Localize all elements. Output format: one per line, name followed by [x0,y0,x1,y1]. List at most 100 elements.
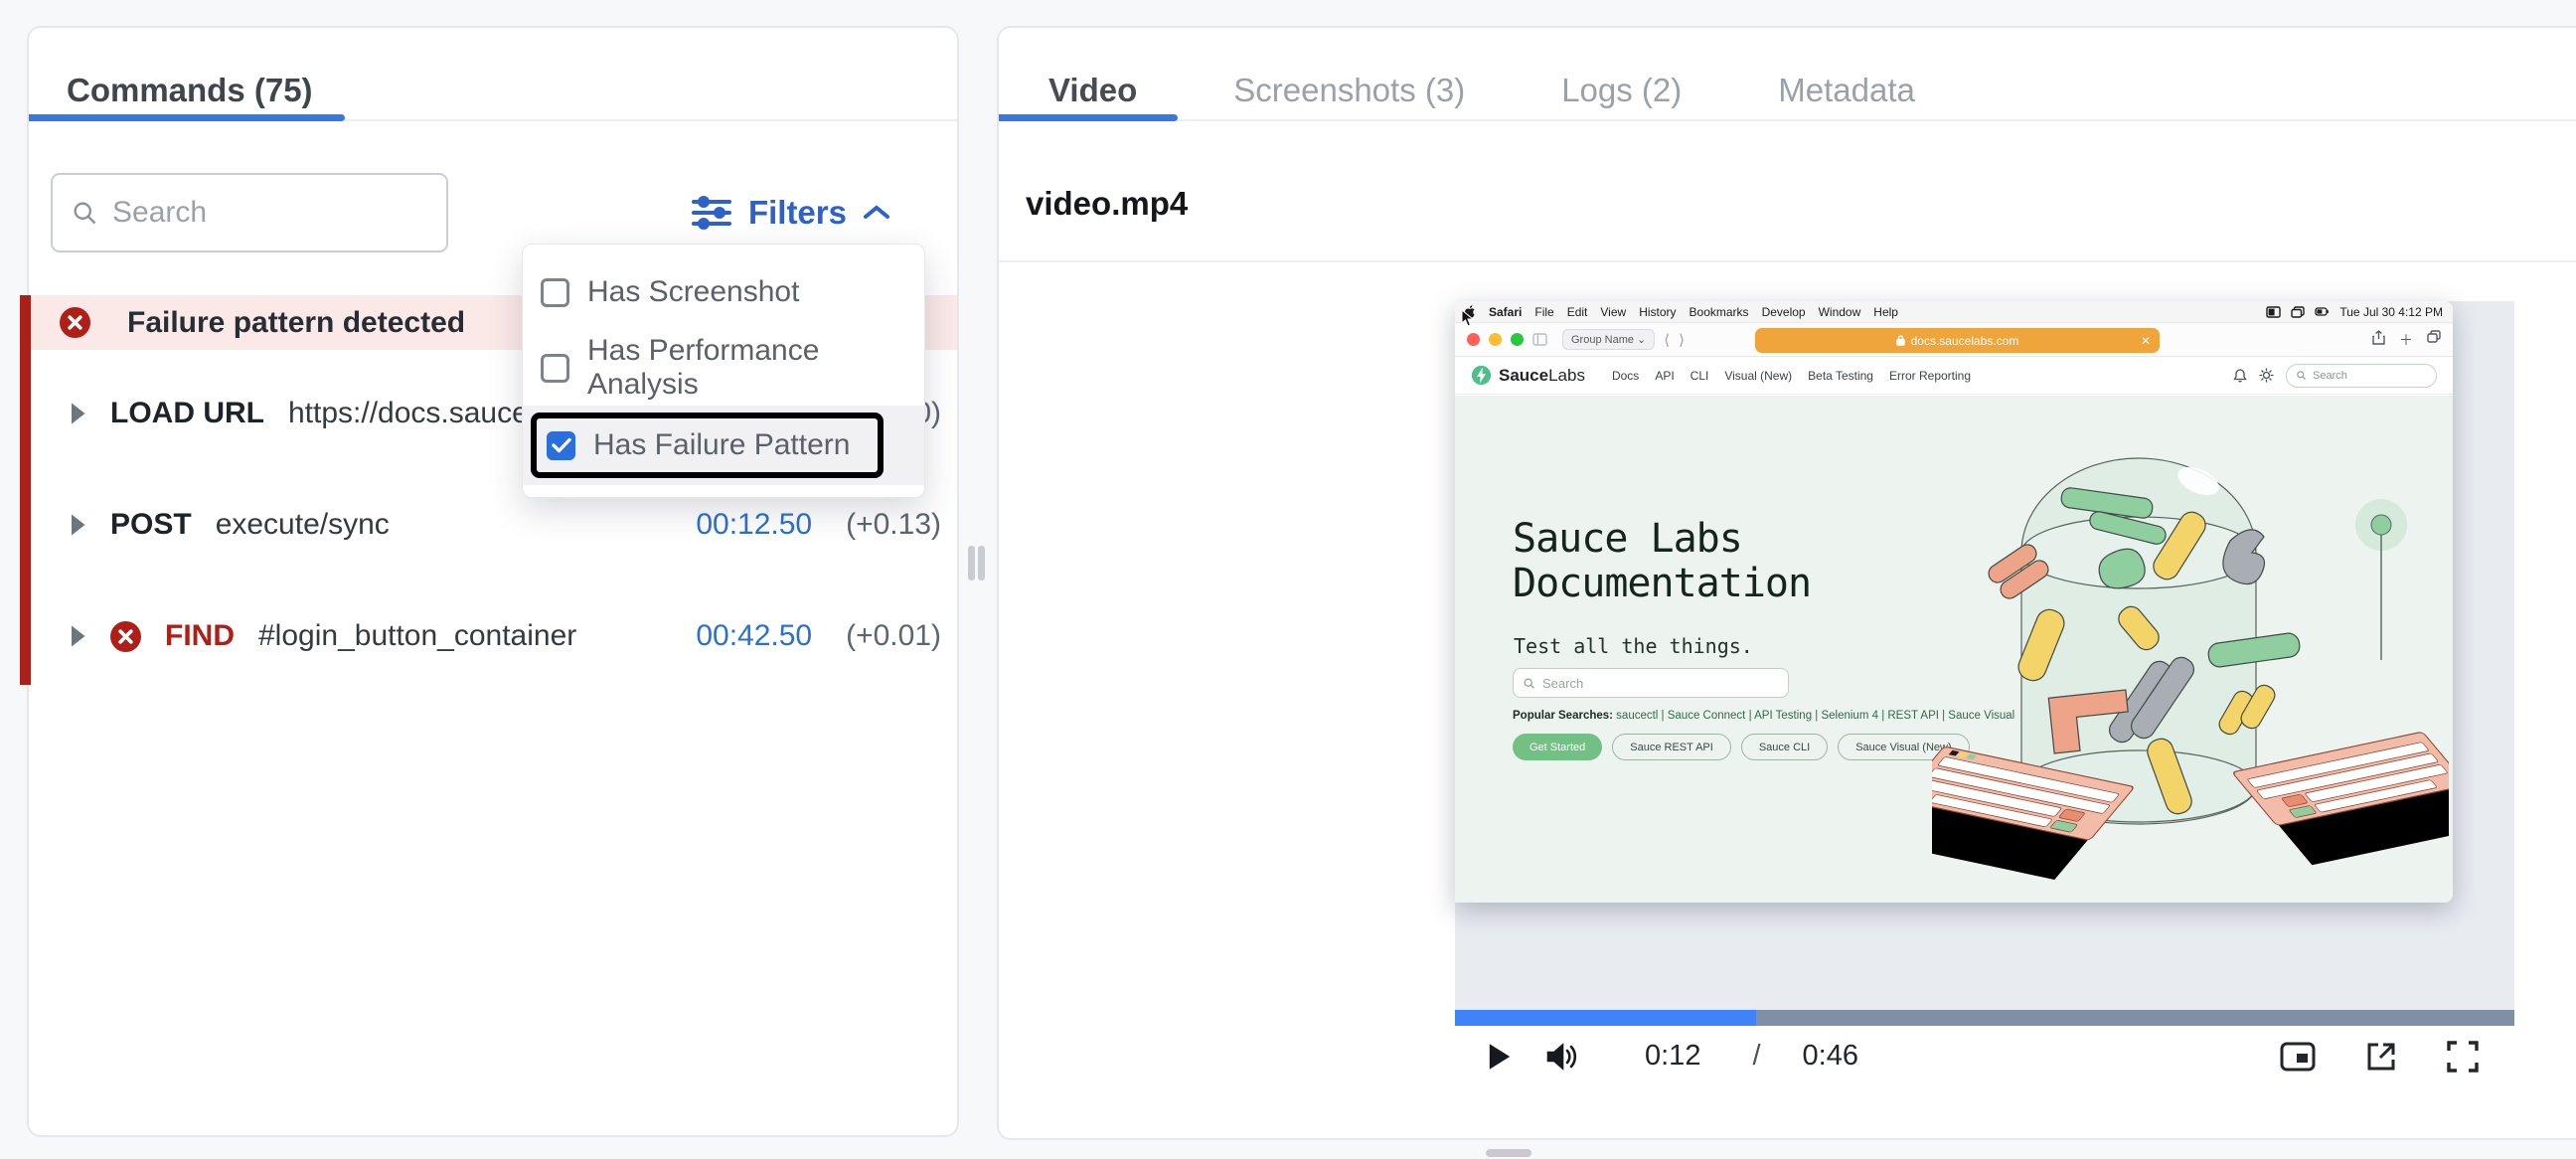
focus-ring: Has Failure Pattern [531,413,885,478]
checkbox-unchecked[interactable] [541,353,569,383]
command-name: LOAD URL [110,397,264,429]
cli-button[interactable]: Sauce CLI [1740,734,1829,760]
active-tab-indicator [999,114,1178,121]
checkbox-unchecked[interactable] [541,277,569,307]
tab-commands[interactable]: Commands (75) [67,72,313,109]
open-in-new-window-button[interactable] [2365,1041,2397,1073]
tab-overview-icon[interactable] [2427,329,2441,350]
back-button[interactable]: ⟨ [1664,331,1670,349]
play-button[interactable] [1488,1043,1512,1071]
menubar-item-help[interactable]: Help [1873,305,1898,319]
expand-chevron-icon[interactable] [69,402,86,425]
tab-screenshots[interactable]: Screenshots (3) [1233,72,1465,109]
tab-group-button[interactable]: Group Name ⌄ [1562,329,1656,350]
site-nav-cli[interactable]: CLI [1690,369,1709,383]
minimize-window-button[interactable] [1489,333,1502,346]
new-tab-icon[interactable]: ＋ [2399,330,2413,350]
get-started-button[interactable]: Get Started [1513,734,1603,760]
site-search[interactable]: Search [2286,363,2437,388]
menubar-item-file[interactable]: File [1534,305,1553,319]
command-value: execute/sync [215,508,390,541]
site-nav-beta[interactable]: Beta Testing [1808,369,1873,383]
expand-chevron-icon[interactable] [69,624,86,648]
display-icon[interactable] [2266,305,2282,318]
time-separator: / [1752,1040,1761,1072]
panel-resize-handle[interactable] [968,546,975,580]
address-bar[interactable]: docs.saucelabs.com ✕ [1755,328,2160,353]
asset-tabbar: Video Screenshots (3) Logs (2) Metadata [999,28,2576,121]
menubar-item-view[interactable]: View [1600,305,1626,319]
site-header: SauceLabs Docs API CLI Visual (New) Beta… [1455,357,2453,395]
command-value: #login_button_container [258,619,577,652]
file-header: video.mp4 [999,123,2576,262]
commands-tabbar: Commands (75) [29,28,957,121]
error-icon [60,307,90,338]
search-input[interactable] [112,196,428,230]
filter-option-has-screenshot[interactable]: Has Screenshot [523,254,924,330]
docs-search[interactable]: Search [1513,668,1789,698]
command-name: POST [110,508,192,541]
video-progress-bar[interactable] [1455,1010,2514,1026]
hero-title: Sauce Labs Documentation [1513,516,1812,606]
menubar-item-develop[interactable]: Develop [1762,305,1806,319]
test-details-page: Commands (75) Filters [0,0,2576,1159]
command-duration: (+0.13) [846,508,941,541]
command-row-post[interactable]: POST execute/sync 00:12.50 (+0.13) [29,494,957,556]
filters-label: Filters [747,194,847,231]
stage-manager-icon[interactable] [2291,305,2306,318]
menubar-item-history[interactable]: History [1639,305,1676,319]
command-time: 00:12.50 [696,508,813,541]
current-time: 0:12 [1645,1040,1701,1072]
stop-loading-icon[interactable]: ✕ [2141,334,2151,348]
commands-search[interactable] [51,173,448,252]
command-row-find[interactable]: FIND #login_button_container 00:42.50 (+… [29,605,957,667]
asset-panel: Video Screenshots (3) Logs (2) Metadata … [997,26,2576,1140]
site-nav-docs[interactable]: Docs [1612,369,1639,383]
zoom-window-button[interactable] [1511,333,1524,346]
panel-resize-handle[interactable] [978,546,985,580]
forward-button[interactable]: ⟩ [1679,331,1685,349]
checkbox-checked[interactable] [547,430,575,460]
hero-buttons: Get Started Sauce REST API Sauce CLI Sau… [1513,734,1970,760]
bell-jar-illustration [1932,457,2449,880]
filters-button[interactable]: Filters [690,187,891,239]
menubar-item-bookmarks[interactable]: Bookmarks [1690,305,1749,319]
filters-dropdown: Has Screenshot Has Performance Analysis … [522,244,925,498]
error-icon [110,620,141,652]
active-tab-indicator [29,114,345,121]
total-time: 0:46 [1802,1040,1858,1072]
rest-api-button[interactable]: Sauce REST API [1612,734,1731,760]
close-window-button[interactable] [1467,333,1480,346]
failure-section-bar [20,295,31,685]
horizontal-scrollbar-thumb[interactable] [1486,1149,1531,1157]
video-player[interactable]: Safari File Edit View History Bookmarks … [1455,301,2514,1086]
filter-option-has-performance-analysis[interactable]: Has Performance Analysis [523,330,924,406]
picture-in-picture-button[interactable] [2280,1042,2316,1072]
filter-option-has-failure-pattern[interactable]: Has Failure Pattern [523,406,924,485]
volume-button[interactable] [1545,1042,1579,1072]
expand-chevron-icon[interactable] [69,513,86,537]
video-file-name: video.mp4 [1026,185,1189,222]
filter-sliders-icon [690,193,733,233]
macos-menubar: Safari File Edit View History Bookmarks … [1455,301,2453,323]
menubar-app-name[interactable]: Safari [1489,305,1522,319]
menubar-item-edit[interactable]: Edit [1567,305,1588,319]
battery-icon[interactable] [2315,306,2330,317]
tab-metadata[interactable]: Metadata [1778,72,1915,109]
theme-toggle-icon[interactable] [2259,368,2274,383]
site-nav-visual[interactable]: Visual (New) [1724,369,1792,383]
site-nav-api[interactable]: API [1655,369,1674,383]
hero-tagline: Test all the things. [1514,634,1753,658]
sidebar-icon[interactable] [1532,333,1547,346]
video-progress-fill [1455,1010,1756,1026]
fullscreen-button[interactable] [2447,1040,2479,1073]
saucelabs-logo[interactable]: SauceLabs [1471,365,1585,386]
tab-video[interactable]: Video [1048,72,1137,109]
menubar-item-window[interactable]: Window [1819,305,1861,319]
tab-logs[interactable]: Logs (2) [1561,72,1682,109]
share-icon[interactable] [2372,329,2385,350]
notifications-bell-icon[interactable] [2233,368,2247,383]
site-nav-error-reporting[interactable]: Error Reporting [1889,369,1971,383]
address-url: docs.saucelabs.com [1910,333,2019,348]
menubar-clock[interactable]: Tue Jul 30 4:12 PM [2339,305,2443,319]
